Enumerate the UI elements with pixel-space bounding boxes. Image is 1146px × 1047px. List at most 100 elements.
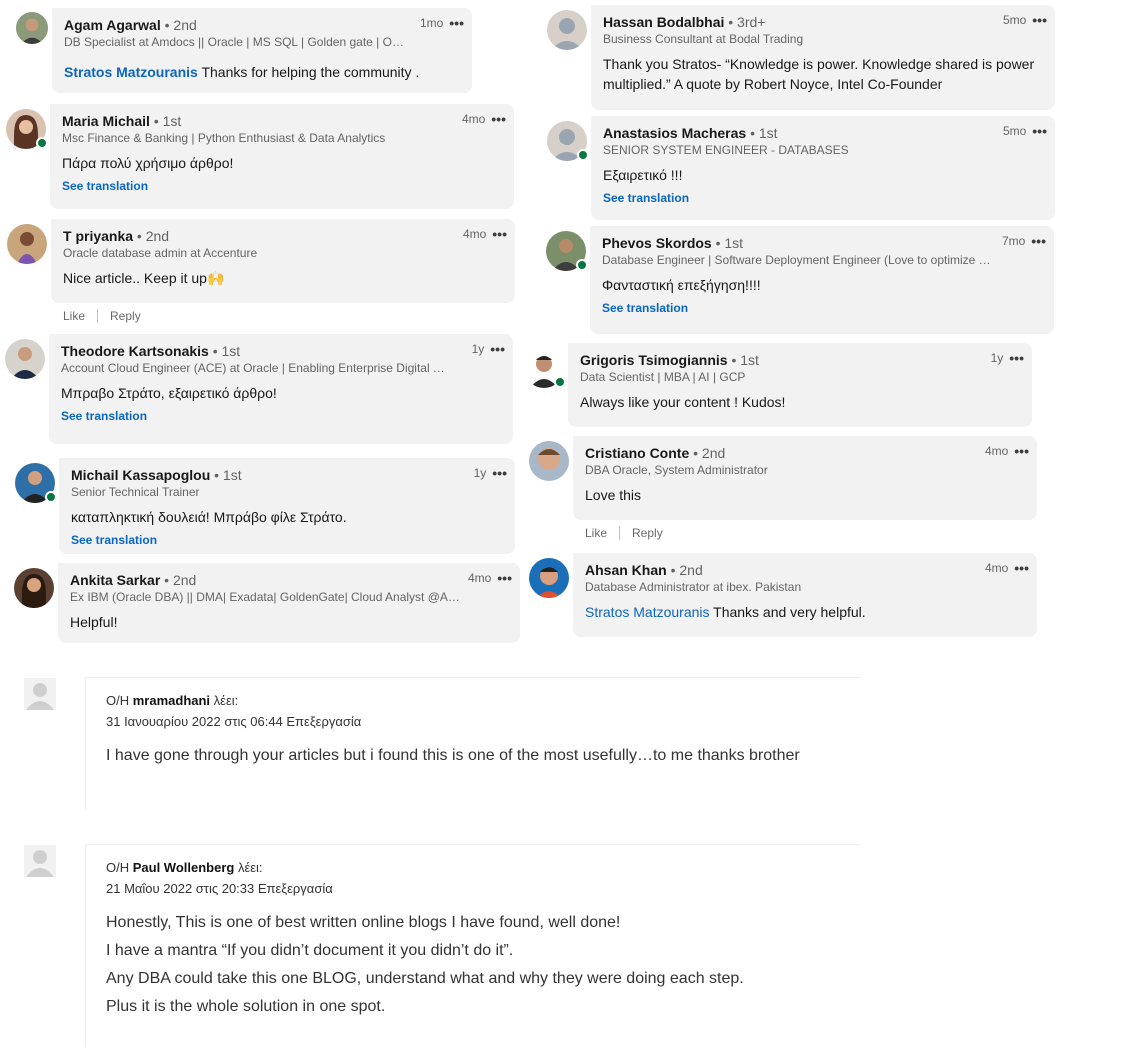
commenter-name[interactable]: Cristiano Conte (585, 445, 689, 461)
like-button[interactable]: Like (63, 309, 85, 323)
comment-bubble: Michail Kassapoglou • 1st Senior Technic… (59, 458, 515, 554)
commenter-name[interactable]: Maria Michail (62, 113, 150, 129)
more-options-icon[interactable]: ••• (1032, 13, 1047, 27)
more-options-icon[interactable]: ••• (492, 227, 507, 241)
more-options-icon[interactable]: ••• (1032, 124, 1047, 138)
more-options-icon[interactable]: ••• (1014, 444, 1029, 458)
connection-degree: • 1st (214, 467, 242, 483)
edit-link[interactable]: Επεξεργασία (258, 881, 333, 896)
comment-time: 1mo (419, 16, 444, 30)
action-divider (97, 309, 99, 323)
avatar-photo (16, 12, 48, 44)
more-options-icon[interactable]: ••• (497, 571, 512, 585)
connection-degree: • 3rd+ (728, 14, 766, 30)
reply-button[interactable]: Reply (632, 526, 663, 540)
comment-date[interactable]: 21 Μαΐου 2022 στις 20:33 Επεξεργασία (106, 881, 856, 897)
comment-time: 5mo (1002, 124, 1027, 138)
author-name[interactable]: mramadhani (133, 693, 210, 708)
avatar-photo (529, 441, 569, 481)
connection-degree: • 1st (715, 235, 744, 251)
comment-bubble: T priyanka • 2nd Oracle database admin a… (51, 219, 515, 303)
like-button[interactable]: Like (585, 526, 607, 540)
connection-degree: • 2nd (164, 572, 197, 588)
connection-degree: • 2nd (670, 562, 703, 578)
commenter-headline: Data Scientist | MBA | AI | GCP (580, 370, 746, 384)
comment-body: I have gone through your articles but i … (106, 747, 800, 764)
see-translation-link[interactable]: See translation (71, 532, 503, 548)
avatar[interactable] (7, 224, 47, 264)
avatar[interactable] (547, 121, 589, 161)
commenter-headline: DB Specialist at Amdocs || Oracle | MS S… (64, 35, 409, 49)
comment-time: 1y (990, 351, 1004, 365)
avatar (24, 845, 56, 877)
more-options-icon[interactable]: ••• (1031, 234, 1046, 248)
comment-bubble: Hassan Bodalbhai • 3rd+ Business Consult… (591, 5, 1055, 110)
avatar[interactable] (16, 12, 48, 44)
default-profile-icon (547, 10, 587, 50)
avatar[interactable] (529, 558, 569, 598)
commenter-name[interactable]: Anastasios Macheras (603, 125, 746, 141)
see-translation-link[interactable]: See translation (62, 178, 502, 194)
comment-bubble: Anastasios Macheras • 1st SENIOR SYSTEM … (591, 116, 1055, 220)
default-user-icon (24, 845, 56, 877)
commenter-name[interactable]: T priyanka (63, 228, 133, 244)
avatar[interactable] (15, 463, 57, 503)
commenter-name[interactable]: Agam Agarwal (64, 17, 161, 33)
comment-time: 4mo (984, 444, 1009, 458)
commenter-headline: Database Engineer | Software Deployment … (602, 253, 992, 267)
commenter-headline: Senior Technical Trainer (71, 485, 200, 499)
commenter-name[interactable]: Ankita Sarkar (70, 572, 160, 588)
mention-link[interactable]: Stratos Matzouranis (64, 64, 198, 80)
avatar[interactable] (546, 231, 588, 271)
comment-date[interactable]: 31 Ιανουαρίου 2022 στις 06:44 Επεξεργασί… (106, 714, 856, 730)
more-options-icon[interactable]: ••• (490, 342, 505, 356)
more-options-icon[interactable]: ••• (491, 112, 506, 126)
commenter-headline: SENIOR SYSTEM ENGINEER - DATABASES (603, 143, 849, 157)
online-status-icon (554, 376, 566, 388)
see-translation-link[interactable]: See translation (603, 190, 1043, 206)
comment-text: Πάρα πολύ χρήσιμο άρθρο! (62, 155, 234, 171)
comment-text: καταπληκτική δουλειά! Μπράβο φίλε Στράτο… (71, 509, 347, 525)
avatar-photo (7, 224, 47, 264)
comment-time: 4mo (467, 571, 492, 585)
comment-text: Helpful! (70, 614, 118, 630)
avatar[interactable] (6, 109, 48, 149)
default-user-icon (24, 678, 56, 710)
avatar[interactable] (5, 339, 45, 379)
more-options-icon[interactable]: ••• (1014, 561, 1029, 575)
avatar[interactable] (524, 348, 566, 388)
see-translation-link[interactable]: See translation (602, 300, 1042, 316)
more-options-icon[interactable]: ••• (1009, 351, 1024, 365)
avatar (24, 678, 56, 710)
avatar[interactable] (529, 441, 569, 481)
comment-time: 7mo (1001, 234, 1026, 248)
connection-degree: • 1st (750, 125, 778, 141)
see-translation-link[interactable]: See translation (61, 408, 501, 424)
comment-text: Thank you Stratos- “Knowledge is power. … (603, 56, 1035, 92)
comment-text: Stratos Matzouranis Thanks for helping t… (64, 64, 420, 80)
commenter-name[interactable]: Phevos Skordos (602, 235, 712, 251)
connection-degree: • 2nd (164, 17, 197, 33)
commenter-headline: DBA Oracle, System Administrator (585, 463, 768, 477)
action-divider (619, 526, 621, 540)
online-status-icon (36, 137, 48, 149)
more-options-icon[interactable]: ••• (492, 466, 507, 480)
commenter-name[interactable]: Grigoris Tsimogiannis (580, 352, 728, 368)
comment-time: 5mo (1002, 13, 1027, 27)
avatar-photo (529, 558, 569, 598)
commenter-headline: Account Cloud Engineer (ACE) at Oracle |… (61, 361, 451, 375)
commenter-name[interactable]: Ahsan Khan (585, 562, 667, 578)
commenter-name[interactable]: Hassan Bodalbhai (603, 14, 724, 30)
comment-time: 4mo (462, 227, 487, 241)
more-options-icon[interactable]: ••• (449, 16, 464, 30)
reply-button[interactable]: Reply (110, 309, 141, 323)
commenter-name[interactable]: Michail Kassapoglou (71, 467, 210, 483)
edit-link[interactable]: Επεξεργασία (286, 714, 361, 729)
commenter-headline: Oracle database admin at Accenture (63, 246, 258, 260)
commenter-name[interactable]: Theodore Kartsonakis (61, 343, 209, 359)
mention-link[interactable]: Stratos Matzouranis (585, 604, 710, 620)
comment-body: Honestly, This is one of best written on… (106, 914, 744, 1015)
author-name[interactable]: Paul Wollenberg (133, 860, 235, 875)
avatar[interactable] (547, 10, 587, 50)
avatar[interactable] (14, 568, 54, 608)
